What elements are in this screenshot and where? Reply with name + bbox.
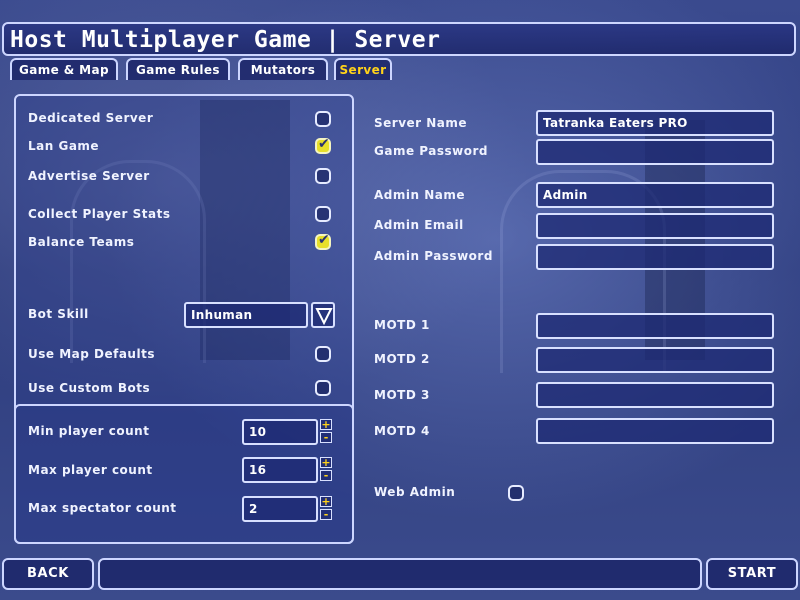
admin-password-label: Admin Password [374,249,493,263]
max-spectator-count-input[interactable]: 2 [242,496,318,522]
advertise-server-label: Advertise Server [28,169,150,183]
tab-label: Game Rules [136,63,220,77]
back-button-label: BACK [27,566,69,581]
max-player-increment[interactable]: + [320,457,332,468]
lan-game-checkbox[interactable] [315,136,331,154]
min-player-decrement[interactable]: - [320,432,332,443]
use-map-defaults-label: Use Map Defaults [28,347,155,361]
admin-name-input[interactable]: Admin [536,182,774,208]
bot-skill-label: Bot Skill [28,307,89,321]
max-player-decrement[interactable]: - [320,470,332,481]
admin-email-label: Admin Email [374,218,464,232]
use-custom-bots-checkbox[interactable] [315,380,331,396]
max-spectator-decrement[interactable]: - [320,509,332,520]
dedicated-server-label: Dedicated Server [28,111,154,125]
use-map-defaults-checkbox[interactable] [315,346,331,362]
motd-2-label: MOTD 2 [374,352,430,366]
server-name-input[interactable]: Tatranka Eaters PRO [536,110,774,136]
tab-label: Mutators [250,63,316,77]
tab-mutators[interactable]: Mutators [238,58,328,80]
triangle-down-icon [315,308,333,325]
max-spectator-count-label: Max spectator count [28,501,177,515]
web-admin-checkbox[interactable] [508,485,524,501]
start-button-label: START [727,566,777,581]
motd-3-label: MOTD 3 [374,388,430,402]
motd-1-label: MOTD 1 [374,318,430,332]
admin-password-input[interactable] [536,244,774,270]
admin-name-label: Admin Name [374,188,465,202]
tab-game-rules[interactable]: Game Rules [126,58,230,80]
balance-teams-checkbox[interactable] [315,232,331,250]
max-player-count-input[interactable]: 16 [242,457,318,483]
motd-2-input[interactable] [536,347,774,373]
status-bar [98,558,702,590]
balance-teams-label: Balance Teams [28,235,135,249]
min-player-count-input[interactable]: 10 [242,419,318,445]
game-password-input[interactable] [536,139,774,165]
tab-label: Game & Map [18,63,110,77]
use-custom-bots-label: Use Custom Bots [28,381,151,395]
motd-3-input[interactable] [536,382,774,408]
tab-server[interactable]: Server [334,58,392,80]
title-bar: Host Multiplayer Game | Server [2,22,796,56]
bot-skill-select[interactable]: Inhuman [184,302,308,328]
max-player-count-label: Max player count [28,463,153,477]
server-name-label: Server Name [374,116,468,130]
tab-label: Server [339,63,387,77]
motd-4-input[interactable] [536,418,774,444]
game-password-label: Game Password [374,144,488,158]
advertise-server-checkbox[interactable] [315,168,331,184]
min-player-count-label: Min player count [28,424,150,438]
max-spectator-increment[interactable]: + [320,496,332,507]
lan-game-label: Lan Game [28,139,100,153]
bot-skill-dropdown-button[interactable] [311,302,335,328]
page-title: Host Multiplayer Game | Server [10,27,441,53]
motd-1-input[interactable] [536,313,774,339]
dedicated-server-checkbox[interactable] [315,111,331,127]
collect-player-stats-label: Collect Player Stats [28,207,171,221]
admin-email-input[interactable] [536,213,774,239]
back-button[interactable]: BACK [2,558,94,590]
motd-4-label: MOTD 4 [374,424,430,438]
web-admin-label: Web Admin [374,485,456,499]
tab-game-and-map[interactable]: Game & Map [10,58,118,80]
min-player-increment[interactable]: + [320,419,332,430]
collect-player-stats-checkbox[interactable] [315,206,331,222]
start-button[interactable]: START [706,558,798,590]
